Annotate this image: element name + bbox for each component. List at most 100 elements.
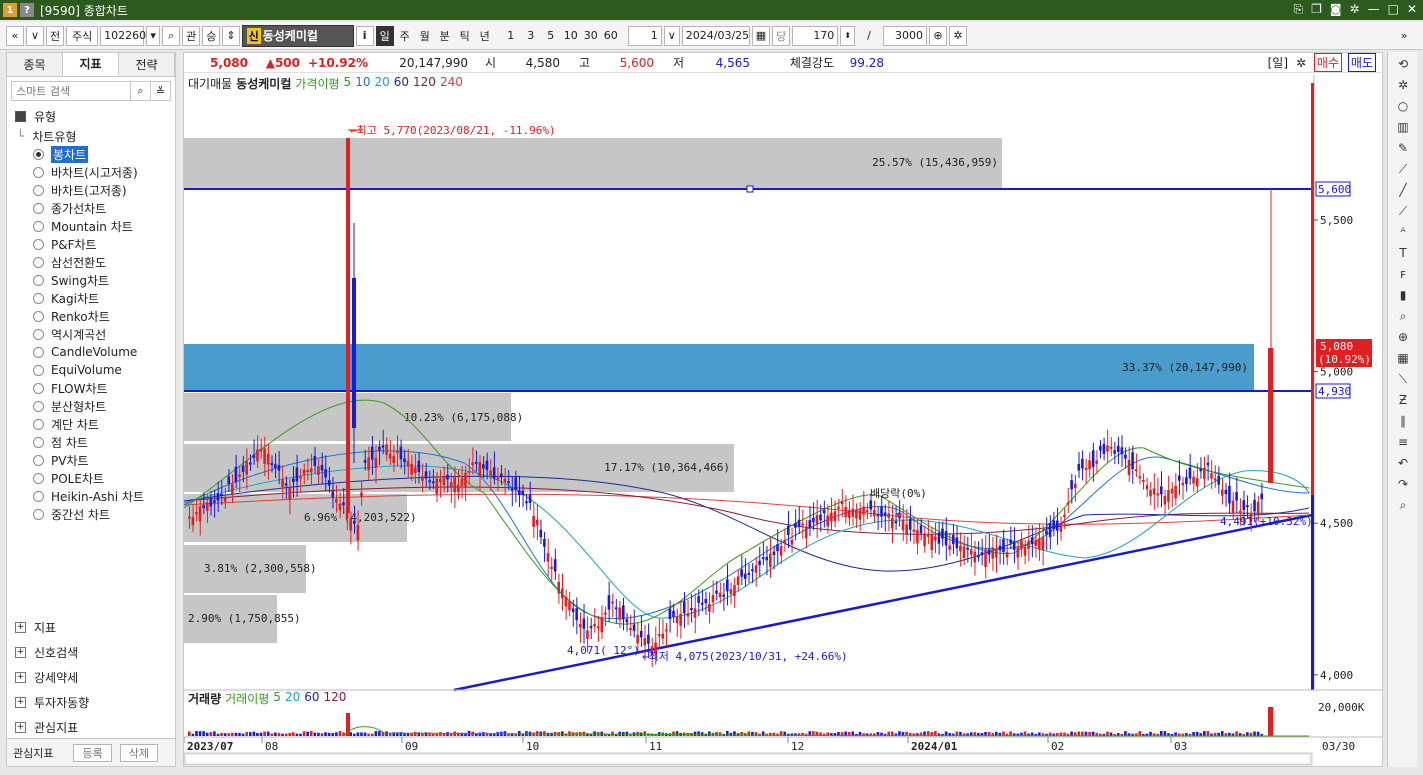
interval-1-button[interactable]: 1 <box>502 26 520 46</box>
market-type-select[interactable]: 주식 <box>66 25 99 46</box>
code-dropdown-icon[interactable]: ▾ <box>146 25 161 46</box>
chart-type-item[interactable]: Renko차트 <box>7 307 175 325</box>
search-icon[interactable]: ⌕ <box>162 25 181 46</box>
link-icon[interactable]: ⎘ <box>1294 2 1304 17</box>
text-icon[interactable]: T <box>1392 244 1414 262</box>
group-type[interactable]: 유형 <box>7 105 175 127</box>
calendar-icon[interactable]: ▦ <box>751 25 771 46</box>
radio-icon[interactable] <box>33 472 44 484</box>
chart-area[interactable]: 5,080 ▲500 +10.92% 20,147,990 시 4,580 고 … <box>183 52 1383 767</box>
undo-icon[interactable]: ↶ <box>1392 454 1414 472</box>
grid-icon[interactable]: ▦ <box>1392 349 1414 367</box>
smart-search-input[interactable] <box>12 82 130 100</box>
zoom-icon[interactable]: ⌕ <box>1392 307 1414 325</box>
zoom-plus-icon[interactable]: ⊕ <box>1392 328 1414 346</box>
interval-input[interactable]: 1 <box>627 25 662 46</box>
expand-icon[interactable]: ≚ <box>150 82 170 100</box>
radio-icon[interactable] <box>33 202 44 214</box>
radio-icon[interactable] <box>33 436 44 448</box>
radio-icon[interactable] <box>33 256 44 268</box>
chart-type-item[interactable]: P&F차트 <box>7 235 175 253</box>
radio-icon[interactable] <box>33 418 44 430</box>
search-icon[interactable]: ⌕ <box>130 82 150 100</box>
lines-icon[interactable]: ≡ <box>1392 433 1414 451</box>
diagonal-icon[interactable]: ⟋ <box>1392 202 1414 220</box>
radio-icon[interactable] <box>33 364 44 376</box>
period-week-button[interactable]: 주 <box>396 26 414 46</box>
period-minute-button[interactable]: 분 <box>436 26 454 46</box>
chart-type-item[interactable]: 중간선 차트 <box>7 505 175 523</box>
radio-icon[interactable] <box>33 238 44 250</box>
folder-indicator[interactable]: + 지표 <box>7 615 175 639</box>
bar-chart-icon[interactable]: ▥ <box>1392 118 1414 136</box>
stock-name-field[interactable]: 신 동성케미컬 <box>241 24 354 47</box>
chart-type-item[interactable]: 계단 차트 <box>7 415 175 433</box>
chart-type-item[interactable]: 종가선차트 <box>7 199 175 217</box>
chart-type-item[interactable]: Kagi차트 <box>7 289 175 307</box>
radio-icon[interactable] <box>33 382 44 394</box>
tab-stock[interactable]: 종목 <box>7 53 63 76</box>
chart-type-item[interactable]: 점 차트 <box>7 433 175 451</box>
period-day-button[interactable]: 일 <box>375 25 394 46</box>
close-icon[interactable]: ✕ <box>1407 2 1417 17</box>
chart-type-item[interactable]: FLOW차트 <box>7 379 175 397</box>
magnify-icon[interactable]: ⌕ <box>1392 496 1414 514</box>
radio-icon[interactable] <box>33 346 44 358</box>
z-icon[interactable]: Ƶ <box>1392 391 1414 409</box>
info-button[interactable]: i <box>355 25 374 46</box>
fibo-icon[interactable]: ꜰ <box>1392 265 1414 283</box>
more-button[interactable]: » <box>1395 26 1413 46</box>
tab-strategy[interactable]: 전략 <box>119 53 175 76</box>
period-year-button[interactable]: 년 <box>476 26 494 46</box>
period-month-button[interactable]: 월 <box>416 26 434 46</box>
radio-icon[interactable] <box>33 220 44 232</box>
chart-type-item[interactable]: Mountain 차트 <box>7 217 175 235</box>
candle-icon[interactable]: ▮ <box>1392 286 1414 304</box>
chart-type-item[interactable]: POLE차트 <box>7 469 175 487</box>
redo-icon[interactable]: ↷ <box>1392 475 1414 493</box>
radio-icon[interactable] <box>33 166 44 178</box>
chart-type-item[interactable]: EquiVolume <box>7 361 175 379</box>
minimize-icon[interactable]: — <box>1368 2 1380 17</box>
zoom-plus-icon[interactable]: ⊕ <box>929 25 948 46</box>
chart-type-item[interactable]: CandleVolume <box>7 343 175 361</box>
chart-type-item[interactable]: 역시계곡선 <box>7 325 175 343</box>
register-button[interactable]: 등록 <box>73 743 112 762</box>
circle-icon[interactable]: ○ <box>1392 97 1414 115</box>
radio-icon[interactable] <box>33 184 44 196</box>
maximize-icon[interactable]: □ <box>1388 2 1399 17</box>
radio-icon[interactable] <box>33 490 44 502</box>
chart-type-item[interactable]: 바차트(시고저종) <box>7 163 175 181</box>
auto-icon[interactable]: ᴬ <box>1392 223 1414 241</box>
ruler-icon[interactable]: ⟋ <box>1392 160 1414 178</box>
radio-icon[interactable] <box>33 148 44 160</box>
settings-icon[interactable]: ✲ <box>1350 2 1360 17</box>
chart-type-item[interactable]: 삼선전환도 <box>7 253 175 271</box>
interval-30-button[interactable]: 30 <box>582 26 600 46</box>
stock-code-input[interactable]: 102260 <box>100 25 146 46</box>
radio-icon[interactable] <box>33 328 44 340</box>
interval-60-button[interactable]: 60 <box>602 26 620 46</box>
updown-icon[interactable]: ⇕ <box>222 25 240 46</box>
subgroup-chart-type[interactable]: └ 차트유형 <box>7 127 175 145</box>
folder-investor[interactable]: + 투자자동향 <box>7 690 175 714</box>
chart-type-item[interactable]: 바차트(고저종) <box>7 181 175 199</box>
folder-strength[interactable]: + 강세약세 <box>7 665 175 689</box>
gear-icon[interactable]: ✲ <box>1392 76 1414 94</box>
interval-5-button[interactable]: 5 <box>542 26 560 46</box>
interval-10-button[interactable]: 10 <box>562 26 580 46</box>
radio-icon[interactable] <box>33 400 44 412</box>
chart-type-item[interactable]: 분산형차트 <box>7 397 175 415</box>
dropdown-chevron-icon[interactable]: ∨ <box>26 25 44 46</box>
refresh-icon[interactable]: ⟲ <box>1392 55 1414 73</box>
delete-button[interactable]: 삭제 <box>119 743 158 762</box>
folder-favorite[interactable]: + 관심지표 <box>7 715 175 739</box>
tab-indicator[interactable]: 지표 <box>63 53 119 76</box>
chart-type-item[interactable]: Swing차트 <box>7 271 175 289</box>
count-input[interactable]: 170 <box>792 25 839 46</box>
total-input[interactable]: 3000 <box>883 25 928 46</box>
current-button[interactable]: 당 <box>772 25 791 46</box>
count-spinner-icon[interactable]: ⬍ <box>840 25 856 46</box>
trend-icon[interactable]: ⟍ <box>1392 370 1414 388</box>
bars-icon[interactable]: ∥ <box>1392 412 1414 430</box>
